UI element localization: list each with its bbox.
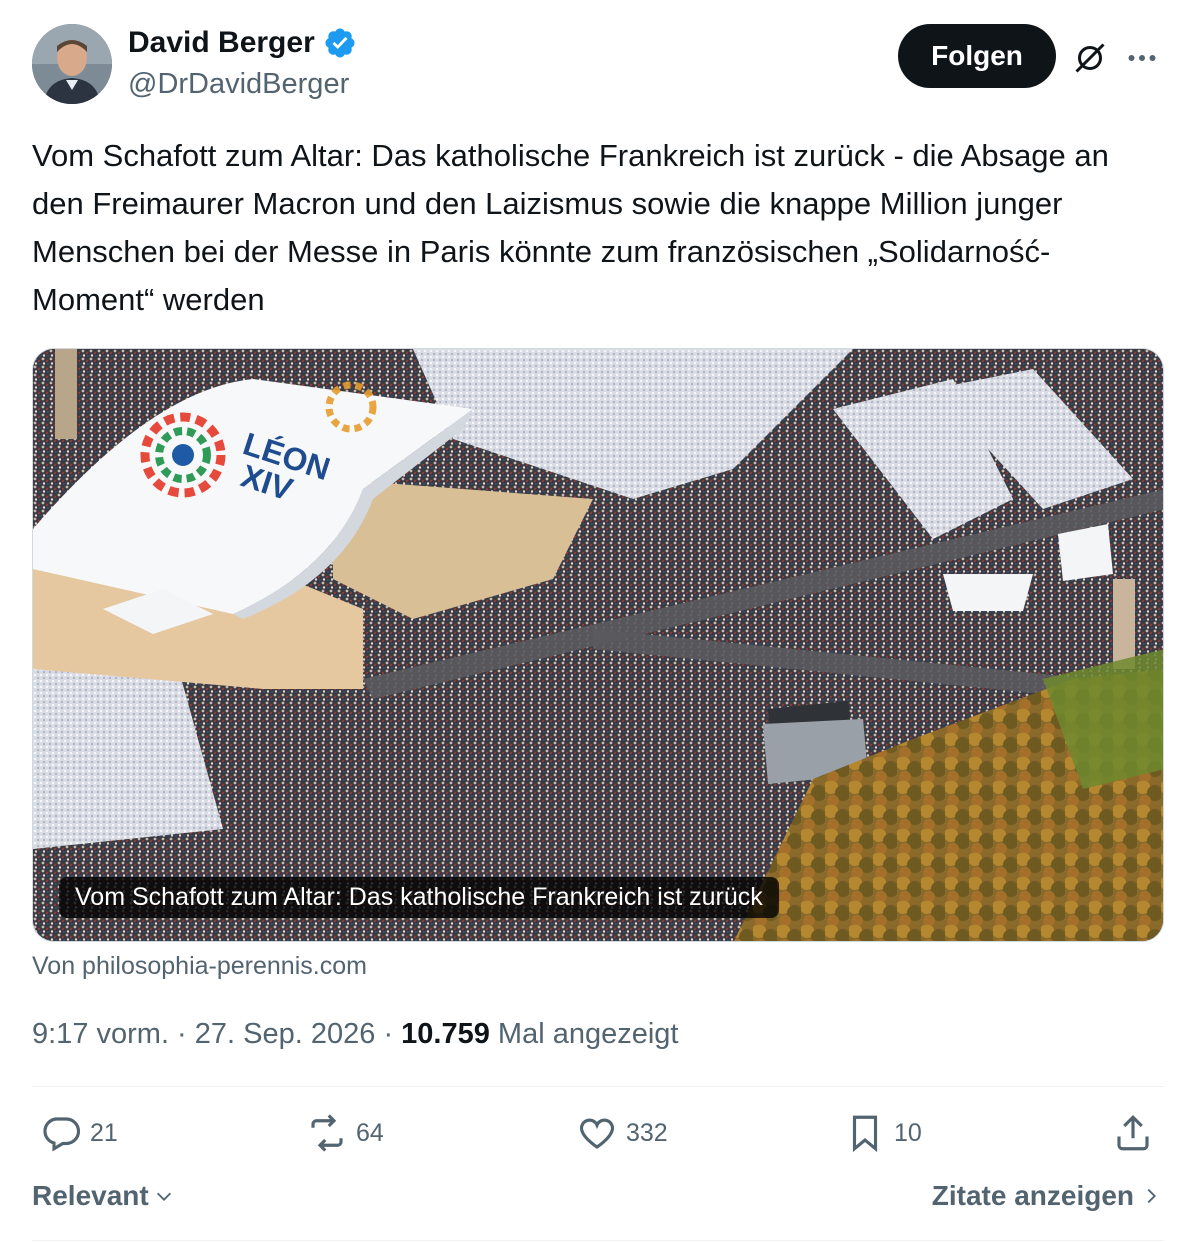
divider-bottom <box>32 1240 1164 1241</box>
bookmark-count: 10 <box>894 1118 922 1147</box>
share-icon <box>1117 1115 1149 1151</box>
chevron-right-icon <box>1147 1188 1156 1204</box>
like-count: 332 <box>626 1118 668 1147</box>
view-count-label: Mal angezeigt <box>489 1018 679 1050</box>
author-handle[interactable]: @DrDavidBerger <box>128 68 349 101</box>
tweet-meta: 9:17 vorm. · 27. Sep. 2026 · 10.759 Mal … <box>32 1018 679 1051</box>
like-button[interactable]: 332 <box>576 1112 668 1154</box>
tweet-text: Vom Schafott zum Altar: Das katholische … <box>32 138 1109 317</box>
meta-separator-1: · <box>169 1018 195 1050</box>
tweet-date[interactable]: 27. Sep. 2026 <box>195 1018 376 1050</box>
view-quotes-label: Zitate anzeigen <box>931 1180 1134 1211</box>
action-bar: 21 64 332 10 <box>32 1112 1164 1166</box>
like-icon <box>579 1118 615 1149</box>
repost-count: 64 <box>356 1118 384 1147</box>
grok-icon[interactable] <box>1072 40 1108 76</box>
divider-top <box>32 1086 1164 1087</box>
bookmark-icon <box>852 1115 878 1153</box>
aerial-mass-photo: LÉON XIV <box>33 349 1163 941</box>
sort-relevant-dropdown[interactable]: Relevant <box>32 1180 175 1212</box>
author-name-row: David Berger <box>128 26 357 60</box>
link-card-image[interactable]: LÉON XIV Vom Schafott zum Altar: Das kat… <box>32 348 1164 942</box>
sort-relevant-label: Relevant <box>32 1180 149 1211</box>
reply-icon <box>43 1117 81 1152</box>
bookmark-button[interactable]: 10 <box>844 1112 922 1154</box>
link-card-caption: Vom Schafott zum Altar: Das katholische … <box>59 877 779 918</box>
follow-button[interactable]: Folgen <box>898 24 1056 88</box>
verified-badge-icon <box>325 28 355 58</box>
share-button[interactable] <box>1112 1112 1154 1154</box>
repost-button[interactable]: 64 <box>306 1112 384 1154</box>
repost-icon <box>311 1114 343 1152</box>
view-count: 10.759 <box>401 1018 490 1050</box>
author-display-name[interactable]: David Berger <box>128 26 315 60</box>
reply-count: 21 <box>90 1118 118 1147</box>
reply-button[interactable]: 21 <box>40 1112 118 1154</box>
tweet-time[interactable]: 9:17 vorm. <box>32 1018 169 1050</box>
chevron-down-icon <box>156 1192 171 1201</box>
tweet-header: David Berger @DrDavidBerger Folgen <box>32 24 1164 106</box>
meta-separator-2: · <box>375 1018 402 1050</box>
avatar[interactable] <box>32 24 112 104</box>
view-quotes-link[interactable]: Zitate anzeigen <box>932 1180 1162 1212</box>
link-source[interactable]: Von philosophia-perennis.com <box>32 952 367 981</box>
more-icon[interactable] <box>1124 40 1160 76</box>
